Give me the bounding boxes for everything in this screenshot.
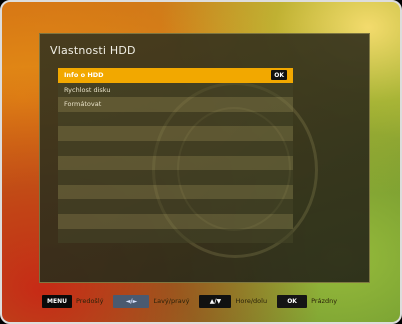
up-down-key-hint: Hore/dolu (235, 297, 268, 305)
menu-item-disk-speed[interactable]: Rychlost disku (58, 82, 293, 98)
menu-item-label: Info o HDD (64, 71, 104, 80)
empty-row (58, 199, 293, 214)
empty-row (58, 140, 293, 156)
tv-screen: Vlastnosti HDD Info o HDD OK Rychlost di… (0, 0, 402, 324)
menu-item-hdd-info[interactable]: Info o HDD OK (58, 68, 293, 83)
ok-badge: OK (271, 70, 287, 80)
up-down-key[interactable]: ▲/▼ (199, 294, 232, 308)
empty-row (58, 170, 293, 185)
empty-row (58, 184, 293, 200)
ok-key[interactable]: OK (277, 294, 308, 308)
ok-key-hint: Prázdny (311, 297, 338, 305)
menu-list: Info o HDD OK Rychlost disku Formátovat (58, 68, 293, 244)
left-right-key[interactable]: ◄/► (113, 294, 150, 308)
empty-row (58, 213, 293, 229)
menu-key-hint: Predošlý (76, 297, 104, 305)
empty-row (58, 228, 293, 244)
empty-row (58, 155, 293, 171)
menu-key[interactable]: MENU (42, 294, 72, 308)
menu-item-format[interactable]: Formátovat (58, 97, 293, 112)
key-hints-bar: MENU Predošlý ◄/► Ľavý/pravý ▲/▼ Hore/do… (42, 294, 372, 308)
menu-item-label: Rychlost disku (64, 85, 111, 94)
menu-item-label: Formátovat (64, 100, 102, 109)
empty-row (58, 126, 293, 141)
left-right-key-hint: Ľavý/pravý (153, 297, 190, 305)
empty-row (58, 111, 293, 127)
dialog-title: Vlastnosti HDD (50, 44, 136, 57)
